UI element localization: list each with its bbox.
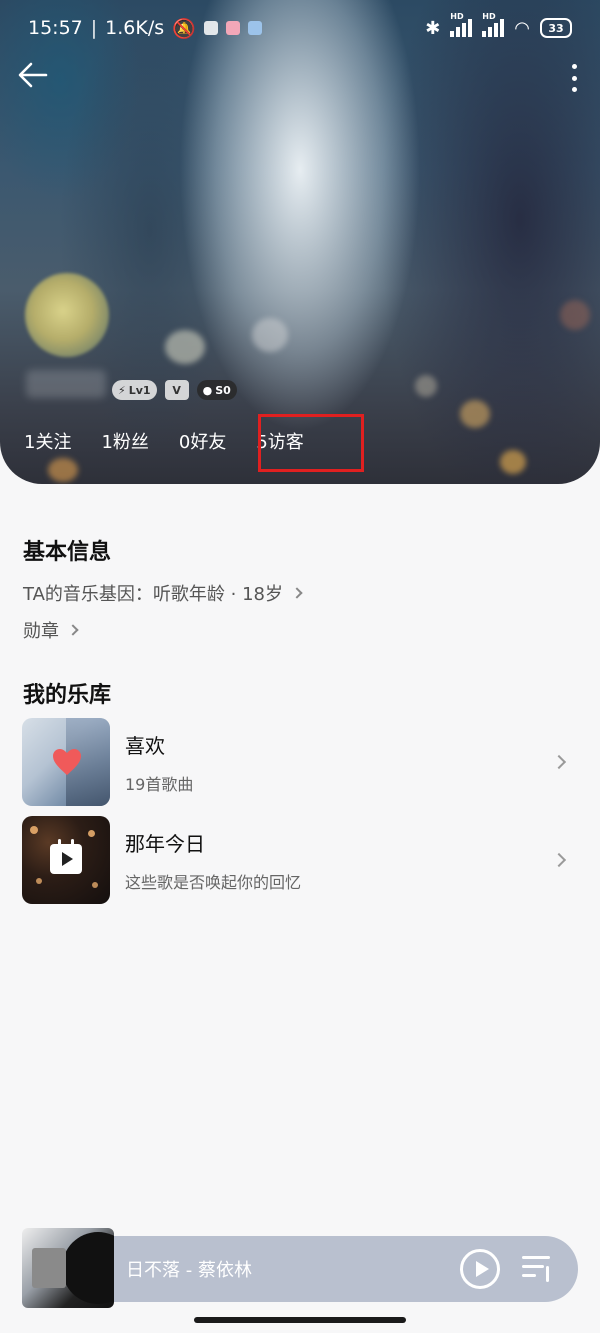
play-button[interactable]	[460, 1249, 500, 1289]
friends-count[interactable]: 0好友	[179, 428, 226, 454]
vip-badge[interactable]: V	[164, 380, 189, 400]
signal-icon: HD	[482, 12, 505, 37]
library-title: 我的乐库	[23, 683, 112, 708]
points-badge[interactable]: ● S0	[196, 380, 237, 400]
following-count[interactable]: 1关注	[24, 428, 71, 454]
library-item-subtitle: 19首歌曲	[125, 774, 194, 794]
status-time: 15:57	[28, 17, 83, 39]
app-notification-icon	[203, 21, 218, 35]
chevron-right-icon	[67, 624, 79, 636]
signal-icon: HD	[450, 12, 473, 37]
app-notification-icon	[247, 21, 262, 35]
music-gene-text: TA的音乐基因：听歌年龄 · 18岁	[23, 584, 283, 605]
chevron-right-icon	[551, 754, 567, 770]
visitors-highlight-box	[258, 414, 364, 472]
medal-row[interactable]: 勋章	[23, 617, 79, 643]
playlist-icon[interactable]	[522, 1254, 554, 1284]
basic-info-title: 基本信息	[23, 540, 112, 565]
status-network-speed: 1.6K/s	[105, 17, 165, 39]
mini-player[interactable]: 日不落 - 蔡依林	[22, 1228, 578, 1308]
avatar[interactable]	[25, 273, 109, 357]
this-day-cover	[22, 816, 110, 904]
battery-icon: 33	[540, 18, 572, 38]
user-name	[26, 370, 106, 398]
music-gene-row[interactable]: TA的音乐基因：听歌年龄 · 18岁	[23, 580, 303, 606]
fans-count[interactable]: 1粉丝	[101, 428, 148, 454]
back-arrow-icon[interactable]	[16, 58, 50, 92]
likes-cover	[22, 718, 110, 806]
calendar-play-icon	[50, 839, 82, 874]
play-icon	[475, 1261, 489, 1277]
chevron-right-icon	[291, 587, 303, 599]
library-item-likes[interactable]: 喜欢 19首歌曲	[22, 718, 578, 806]
level-badge[interactable]: ⚡ Lv1	[112, 380, 157, 400]
mute-icon: 🔕	[172, 17, 196, 40]
bluetooth-icon: ✱	[425, 17, 441, 39]
home-indicator[interactable]	[194, 1317, 406, 1323]
profile-header: 15:57 | 1.6K/s 🔕 ✱ HD HD ◠ 33 ⚡ Lv1 V ● S0…	[0, 0, 600, 484]
app-notification-icon	[225, 21, 240, 35]
library-item-title: 那年今日	[125, 831, 205, 856]
medal-text: 勋章	[23, 621, 59, 642]
chevron-right-icon	[551, 852, 567, 868]
now-playing-title[interactable]: 日不落 - 蔡依林	[126, 1256, 460, 1282]
status-bar: 15:57 | 1.6K/s 🔕 ✱ HD HD ◠ 33	[0, 0, 600, 56]
heart-icon	[53, 749, 81, 775]
library-item-this-day[interactable]: 那年今日 这些歌是否唤起你的回忆	[22, 816, 578, 904]
wifi-icon: ◠	[514, 17, 530, 39]
more-options-icon[interactable]	[570, 64, 578, 92]
library-item-subtitle: 这些歌是否唤起你的回忆	[125, 872, 302, 892]
ring-icon: ●	[202, 383, 213, 397]
lightning-icon: ⚡	[118, 383, 126, 397]
library-item-title: 喜欢	[125, 733, 165, 758]
album-art[interactable]	[22, 1228, 114, 1308]
user-badges: ⚡ Lv1 V ● S0	[112, 380, 237, 400]
